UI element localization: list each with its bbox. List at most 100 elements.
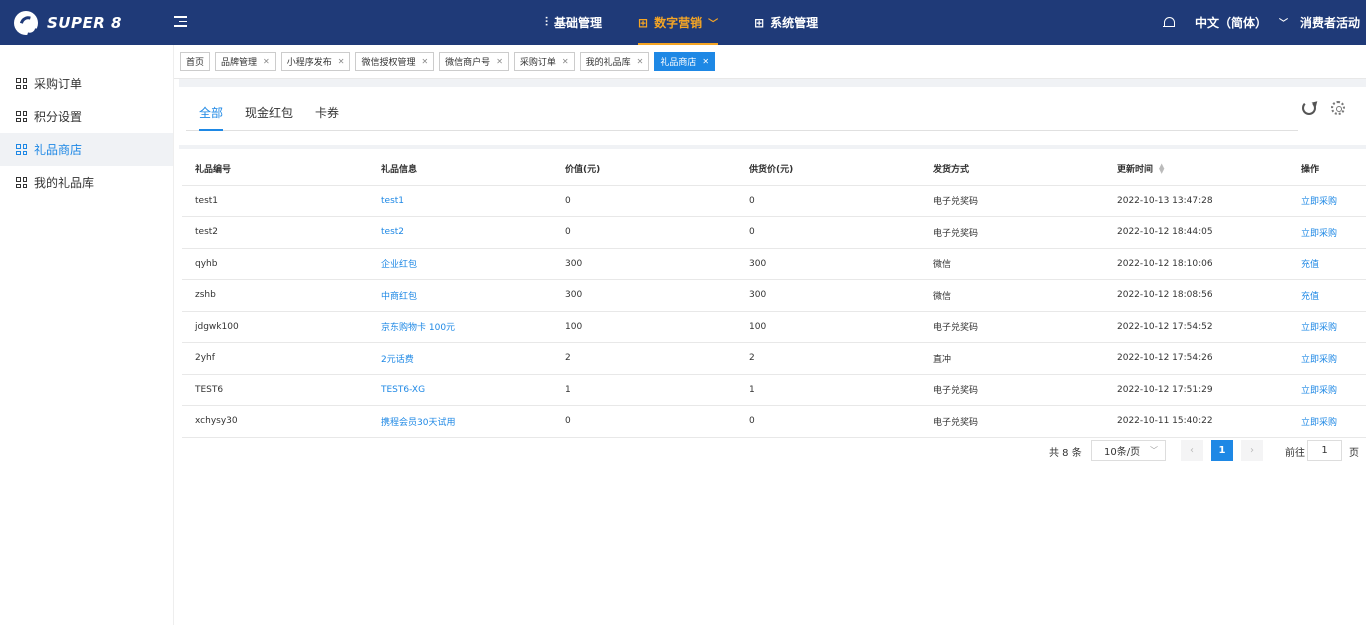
- cell-gift-info[interactable]: 企业红包: [368, 248, 552, 280]
- user-name[interactable]: 消费者活动: [1300, 14, 1360, 31]
- cell-gift-id: qyhb: [182, 248, 368, 280]
- page-number-button[interactable]: 1: [1211, 440, 1233, 461]
- chevron-down-icon[interactable]: ﹀: [1279, 16, 1288, 29]
- chevron-down-icon: ﹀: [708, 19, 719, 30]
- goto-suffix: 页: [1349, 448, 1359, 459]
- tag-label: 微信商户号: [445, 58, 491, 68]
- tag-home[interactable]: 首页: [180, 52, 211, 71]
- cell-gift-info[interactable]: TEST6-XG: [368, 374, 552, 406]
- close-icon[interactable]: ✕: [263, 57, 270, 66]
- tag-wechat-merchant[interactable]: 微信商户号 ✕: [439, 52, 509, 71]
- header-right: 中文（简体） ﹀ 消费者活动: [1162, 0, 1360, 45]
- tag-label: 我的礼品库: [585, 58, 631, 68]
- nav-item-system-management[interactable]: ⊞ 系统管理: [754, 0, 818, 45]
- tag-label: 采购订单: [519, 58, 556, 68]
- tag-wechat-auth[interactable]: 微信授权管理 ✕: [355, 52, 435, 71]
- cell-gift-info[interactable]: test1: [368, 185, 552, 217]
- cell-gift-id: test1: [182, 185, 368, 217]
- tag-gift-store[interactable]: 礼品商店 ✕: [654, 52, 716, 71]
- cell-value: 2: [552, 342, 736, 375]
- close-icon[interactable]: ✕: [702, 57, 709, 66]
- close-icon[interactable]: ✕: [496, 57, 503, 66]
- cell-action[interactable]: 立即采购: [1288, 374, 1366, 406]
- sidebar-item-label: 采购订单: [34, 77, 83, 91]
- cell-action[interactable]: 立即采购: [1288, 185, 1366, 217]
- menu-toggle-icon[interactable]: [174, 16, 187, 28]
- bell-icon[interactable]: [1162, 16, 1175, 29]
- cell-action[interactable]: 立即采购: [1288, 311, 1366, 343]
- cell-delivery: 微信: [920, 248, 1104, 280]
- cell-gift-info[interactable]: test2: [368, 216, 552, 249]
- prev-page-button[interactable]: ‹: [1181, 440, 1203, 461]
- cell-action[interactable]: 充值: [1288, 248, 1366, 280]
- chevron-right-icon: ›: [1250, 445, 1254, 456]
- cell-gift-info[interactable]: 京东购物卡 100元: [368, 311, 552, 343]
- sidebar-item-label: 积分设置: [34, 110, 83, 124]
- gift-table: 礼品编号 礼品信息 价值(元) 供货价(元) 发货方式 更新时间 ▲ ▼ 操作 te…: [182, 152, 1366, 438]
- sidebar-item-gift-store[interactable]: 礼品商店: [0, 133, 173, 166]
- tag-label: 首页: [186, 58, 205, 68]
- sidebar-item-label: 礼品商店: [34, 143, 83, 157]
- cell-gift-id: zshb: [182, 279, 368, 312]
- cell-action[interactable]: 立即采购: [1288, 342, 1366, 375]
- logo-icon: [14, 11, 38, 35]
- tab-all[interactable]: 全部: [199, 104, 224, 131]
- nav-item-basic-management[interactable]: ⫶ 基础管理: [545, 0, 602, 45]
- cell-value: 300: [552, 248, 736, 280]
- tag-purchase-orders[interactable]: 采购订单 ✕: [513, 52, 575, 71]
- cell-updated-time: 2022-10-12 18:44:05: [1104, 216, 1288, 249]
- close-icon[interactable]: ✕: [562, 57, 569, 66]
- cell-action[interactable]: 立即采购: [1288, 216, 1366, 249]
- column-header: 操作: [1288, 152, 1366, 186]
- table-row: xchysy30 携程会员30天试用 0 0 电子兑奖码 2022-10-11 15:40…: [182, 405, 1366, 438]
- pagination: 共 8 条 10条/页 ﹀ ‹ 1 › 前往 页: [179, 440, 1366, 462]
- cell-delivery: 电子兑奖码: [920, 216, 1104, 249]
- nav-item-label: 数字营销: [654, 16, 703, 30]
- cell-gift-info[interactable]: 携程会员30天试用: [368, 405, 552, 438]
- refresh-icon[interactable]: [1302, 101, 1316, 115]
- page-size-select[interactable]: 10条/页 ﹀: [1091, 440, 1166, 461]
- table-row: TEST6 TEST6-XG 1 1 电子兑奖码 2022-10-12 17:51:29 立…: [182, 374, 1366, 406]
- tab-cash-red-packet[interactable]: 现金红包: [245, 104, 293, 131]
- sort-icon[interactable]: ▲ ▼: [1159, 163, 1164, 175]
- sidebar-item-purchase-orders[interactable]: 采购订单: [0, 67, 173, 100]
- grid-icon: ⊞: [638, 15, 649, 30]
- cell-supply-price: 300: [736, 248, 920, 280]
- cell-value: 300: [552, 279, 736, 312]
- close-icon[interactable]: ✕: [338, 57, 345, 66]
- cell-value: 0: [552, 185, 736, 217]
- close-icon[interactable]: ✕: [637, 57, 644, 66]
- nav-item-digital-marketing[interactable]: ⊞ 数字营销 ﹀: [638, 0, 719, 45]
- sidebar-item-label: 我的礼品库: [34, 176, 95, 190]
- column-header: 供货价(元): [736, 152, 920, 186]
- cell-gift-info[interactable]: 2元话费: [368, 342, 552, 375]
- close-icon[interactable]: ✕: [421, 57, 428, 66]
- gear-icon[interactable]: [1331, 101, 1345, 115]
- tag-brand-management[interactable]: 品牌管理 ✕: [215, 52, 276, 71]
- language-selector[interactable]: 中文（简体）: [1195, 14, 1267, 31]
- cell-delivery: 直冲: [920, 342, 1104, 375]
- category-tabs: 全部 现金红包 卡券: [186, 104, 1298, 131]
- cell-gift-info[interactable]: 中商红包: [368, 279, 552, 312]
- column-header-label: 更新时间: [1117, 164, 1154, 175]
- brand-logo[interactable]: SUPER 8: [14, 11, 122, 35]
- tab-coupons[interactable]: 卡券: [315, 104, 339, 131]
- top-header: SUPER 8 ⫶ 基础管理 ⊞ 数字营销 ﹀ ⊞ 系统管理 中文（简体） ﹀ …: [0, 0, 1366, 45]
- tag-label: 品牌管理: [221, 58, 258, 68]
- sidebar-item-my-gift-library[interactable]: 我的礼品库: [0, 166, 173, 199]
- tabs-card: 全部 现金红包 卡券: [179, 87, 1366, 145]
- tag-mini-program-publish[interactable]: 小程序发布 ✕: [280, 52, 351, 71]
- cell-action[interactable]: 充值: [1288, 279, 1366, 312]
- cell-gift-id: test2: [182, 216, 368, 249]
- next-page-button[interactable]: ›: [1241, 440, 1263, 461]
- tag-my-gift-library[interactable]: 我的礼品库 ✕: [579, 52, 650, 71]
- cell-gift-id: TEST6: [182, 374, 368, 406]
- column-header: 礼品信息: [368, 152, 552, 186]
- sidebar-item-points-settings[interactable]: 积分设置: [0, 100, 173, 133]
- cell-action[interactable]: 立即采购: [1288, 405, 1366, 438]
- table-tools: [1287, 101, 1345, 115]
- column-header-sortable[interactable]: 更新时间 ▲ ▼: [1104, 152, 1288, 186]
- goto-page-input[interactable]: [1307, 440, 1342, 461]
- cell-gift-id: 2yhf: [182, 342, 368, 375]
- table-row: test1 test1 0 0 电子兑奖码 2022-10-13 13:47:28 立即采购: [182, 185, 1366, 217]
